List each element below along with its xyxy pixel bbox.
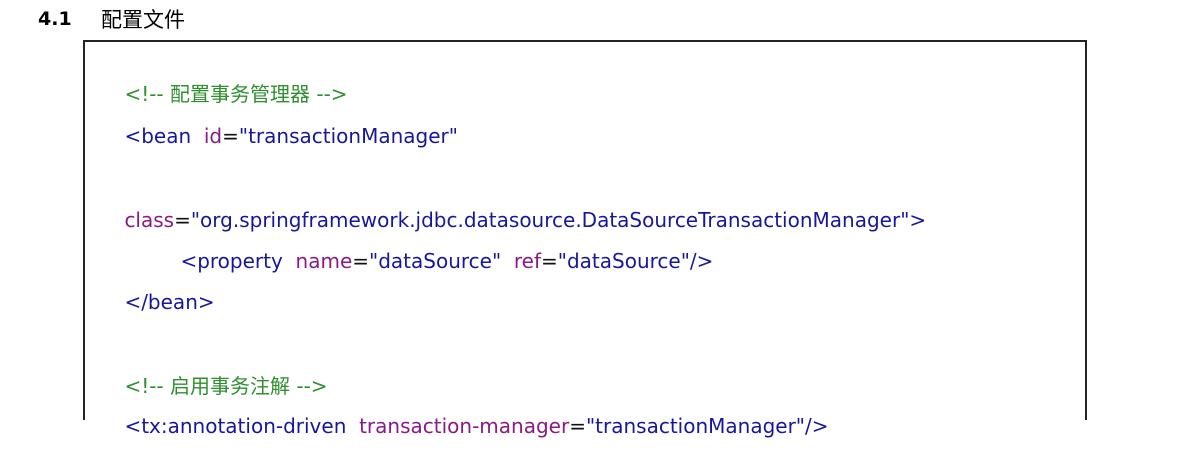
code-line-comment-tx-manager: <!-- 配置事务管理器 --> <box>99 46 347 106</box>
code-block: <!-- 配置事务管理器 --> <bean id="transactionMa… <box>83 40 1087 438</box>
xml-attribute: transaction-manager <box>359 414 570 438</box>
xml-attribute: name <box>295 249 353 273</box>
xml-tag-close: /> <box>805 414 829 438</box>
section-heading: 4.1 配置文件 <box>38 4 185 34</box>
code-line-bean-class: class="org.springframework.jdbc.datasour… <box>99 172 926 232</box>
xml-tag: <bean <box>124 124 192 148</box>
xml-tag-bracket: > <box>909 208 927 232</box>
xml-value: "transactionManager" <box>585 414 805 438</box>
xml-equals: = <box>222 124 239 148</box>
code-line-bean-open: <bean id="transactionManager" <box>99 88 458 148</box>
section-title: 配置文件 <box>101 8 185 32</box>
xml-value: "transactionManager" <box>238 124 458 148</box>
xml-equals: = <box>352 249 370 273</box>
xml-value: "dataSource" <box>557 249 690 273</box>
code-line-bean-end: </bean> <box>99 254 214 314</box>
code-line-tx-annotation: <tx:annotation-driven transaction-manage… <box>99 378 828 438</box>
xml-tag-close: /> <box>689 249 714 273</box>
xml-attribute: id <box>203 124 223 148</box>
xml-equals: = <box>541 249 558 273</box>
xml-equals: = <box>569 414 586 438</box>
xml-tag: </bean> <box>124 290 215 314</box>
code-line-comment-annotation: <!-- 启用事务注解 --> <box>99 338 327 398</box>
xml-tag: <tx:annotation-driven <box>124 414 347 438</box>
section-number: 4.1 <box>38 8 72 30</box>
xml-value: "dataSource" <box>369 249 502 273</box>
code-line-property: <property name="dataSource" ref="dataSou… <box>155 213 713 273</box>
xml-attribute: ref <box>513 249 542 273</box>
